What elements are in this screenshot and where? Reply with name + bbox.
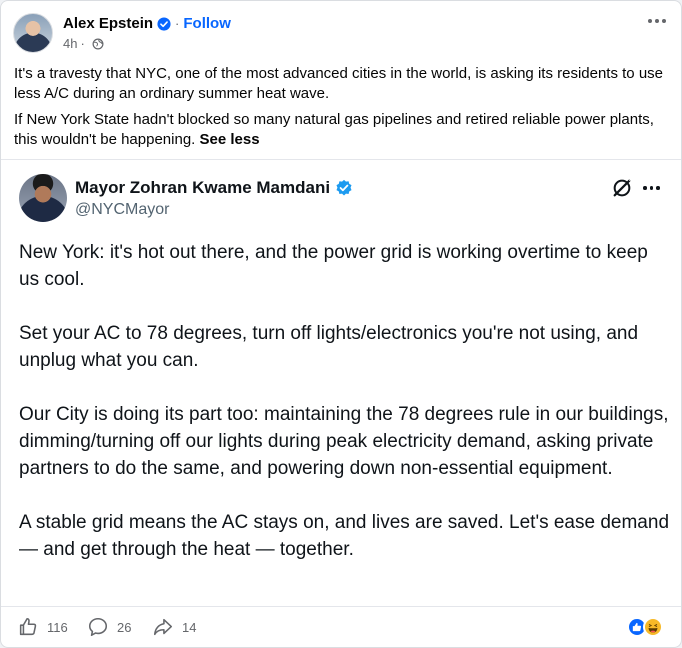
more-options-icon[interactable] xyxy=(645,11,669,31)
post-caption: It's a travesty that NYC, one of the mos… xyxy=(14,64,670,156)
see-less-button[interactable]: See less xyxy=(200,131,260,148)
share-count: 14 xyxy=(182,619,197,635)
tweet-paragraph-4: A stable grid means the AC stays on, and… xyxy=(19,512,670,560)
globe-icon[interactable] xyxy=(92,38,104,50)
caption-paragraph-1: It's a travesty that NYC, one of the mos… xyxy=(14,65,664,102)
reactions-summary[interactable] xyxy=(627,617,669,637)
tweet-paragraph-2: Set your AC to 78 degrees, turn off ligh… xyxy=(19,323,639,371)
separator-dot: · xyxy=(80,36,85,51)
facebook-post-card: Alex Epstein · Follow 4h · It's a traves… xyxy=(0,0,682,648)
reaction-haha-icon xyxy=(643,617,663,637)
tweet-body: New York: it's hot out there, and the po… xyxy=(19,239,669,590)
like-icon xyxy=(19,617,37,636)
separator-dot: · xyxy=(175,16,180,31)
like-count: 116 xyxy=(47,619,68,635)
tweet-paragraph-1: New York: it's hot out there, and the po… xyxy=(19,242,648,290)
action-bar: 116 26 14 xyxy=(1,606,681,647)
verified-badge-icon xyxy=(157,16,171,31)
tweet-author-line: Mayor Zohran Kwame Mamdani xyxy=(75,178,353,198)
comment-icon xyxy=(88,617,108,637)
embedded-tweet: Mayor Zohran Kwame Mamdani @NYCMayor New… xyxy=(1,160,681,606)
post-timestamp[interactable]: 4h xyxy=(63,36,77,51)
follow-button[interactable]: Follow xyxy=(183,15,231,32)
tweet-author-name: Mayor Zohran Kwame Mamdani xyxy=(75,178,331,197)
post-header: Alex Epstein · Follow 4h · xyxy=(13,13,669,55)
comment-button[interactable]: 26 xyxy=(87,616,131,638)
author-name[interactable]: Alex Epstein xyxy=(63,15,153,32)
author-line: Alex Epstein · Follow xyxy=(63,15,231,32)
caption-paragraph-2: If New York State hadn't blocked so many… xyxy=(14,111,654,148)
verified-badge-icon xyxy=(336,179,352,196)
share-icon xyxy=(153,618,173,636)
comment-count: 26 xyxy=(117,619,132,635)
tweet-paragraph-3: Our City is doing its part too: maintain… xyxy=(19,404,669,479)
more-options-icon[interactable] xyxy=(643,181,663,195)
tweet-author-avatar xyxy=(19,174,67,222)
grok-icon[interactable] xyxy=(611,177,633,199)
share-button[interactable]: 14 xyxy=(152,616,196,638)
tweet-author-handle: @NYCMayor xyxy=(75,201,170,218)
post-meta: 4h · xyxy=(63,36,104,51)
like-button[interactable]: 116 xyxy=(17,616,68,638)
author-avatar[interactable] xyxy=(13,13,53,53)
